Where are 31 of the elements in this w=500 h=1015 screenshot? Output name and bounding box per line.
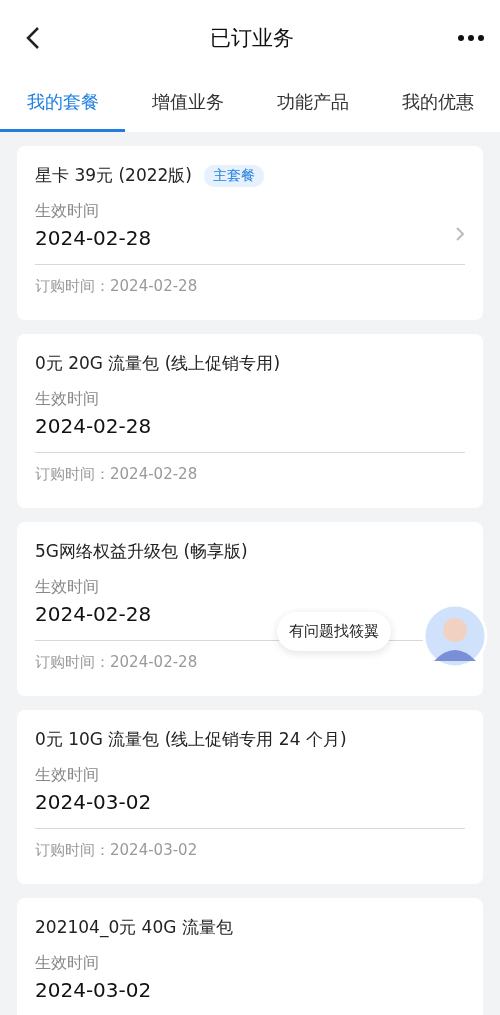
tab[interactable]: 增值业务 [125,75,250,132]
order-time: 订购时间：2024-02-28 [35,276,198,297]
order-time: 订购时间：2024-02-28 [35,464,198,485]
tab[interactable]: 功能产品 [250,75,375,132]
effective-date: 2024-03-02 [35,790,152,814]
service-title: 星卡 39元 (2022版) [35,164,192,187]
service-title: 5G网络权益升级包 (畅享版) [35,540,248,563]
effective-date: 2024-02-28 [35,226,152,250]
effective-date: 2024-02-28 [35,414,152,438]
effective-date: 2024-02-28 [35,602,152,626]
effective-label: 生效时间 [35,389,99,410]
assistant-bubble[interactable]: 有问题找筱翼 [277,612,391,651]
assistant-avatar[interactable] [422,603,488,669]
service-title: 0元 20G 流量包 (线上促销专用) [35,352,281,375]
effective-label: 生效时间 [35,577,99,598]
service-title: 202104_0元 40G 流量包 [35,916,233,939]
effective-label: 生效时间 [35,953,99,974]
service-card[interactable]: 星卡 39元 (2022版) 主套餐 生效时间 2024-02-28 订购时间：2024-02-28 [17,146,483,320]
page-title: 已订业务 [210,24,294,52]
order-time: 订购时间：2024-02-28 [35,652,198,673]
service-title: 0元 10G 流量包 (线上促销专用 24 个月) [35,728,347,751]
effective-date: 2024-03-02 [35,978,152,1002]
plan-tag: 主套餐 [203,164,264,187]
effective-label: 生效时间 [35,765,99,786]
tab[interactable]: 我的套餐 [0,75,125,132]
service-card[interactable]: 202104_0元 40G 流量包 生效时间 2024-03-02 [17,898,483,1015]
service-card[interactable]: 0元 10G 流量包 (线上促销专用 24 个月) 生效时间 2024-03-02 订购时间：2024-03-02 [17,710,483,884]
tab[interactable]: 我的优惠 [375,75,500,132]
order-time: 订购时间：2024-03-02 [35,840,198,861]
effective-label: 生效时间 [35,201,99,222]
service-card[interactable]: 0元 20G 流量包 (线上促销专用) 生效时间 2024-02-28 订购时间：2024-02-28 [17,334,483,508]
